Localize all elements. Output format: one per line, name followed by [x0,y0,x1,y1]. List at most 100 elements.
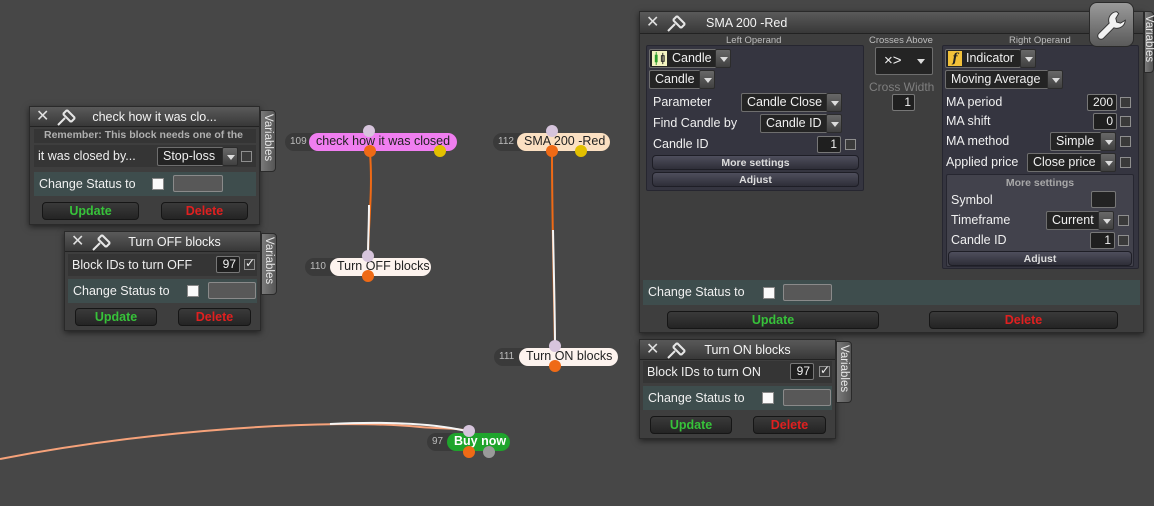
chevron-down-icon[interactable] [826,93,842,112]
node-id: 112 [498,136,514,147]
panel-titlebar[interactable]: ✕ SMA 200 -Red [640,12,1143,34]
delete-button[interactable]: Delete [929,311,1118,329]
variables-tab[interactable]: Variables [261,233,277,295]
ma-method-checkbox[interactable] [1120,136,1131,147]
node-label[interactable]: Buy now [447,433,510,451]
tools-button[interactable] [1089,2,1134,47]
node-label[interactable]: SMA 200 -Red [517,133,610,151]
change-status-value[interactable] [173,175,223,192]
delete-button[interactable]: Delete [178,308,251,326]
variables-tab[interactable]: Variables [1143,11,1154,73]
change-status-value[interactable] [783,389,831,406]
parameter-select[interactable]: Candle Close [741,93,829,112]
left-operand-subtype-select[interactable]: Candle [649,70,701,89]
node-97-alt-port[interactable] [483,446,495,458]
change-status-value[interactable] [208,282,256,299]
ma-shift-input[interactable]: 0 [1093,113,1117,130]
ma-method-select[interactable]: Simple [1050,132,1102,151]
update-button[interactable]: Update [75,308,157,326]
chevron-down-icon[interactable] [1047,70,1063,89]
chevron-down-icon[interactable] [715,49,731,68]
closed-by-label: it was closed by... [38,149,136,163]
node-112-input-port[interactable] [546,125,558,137]
panel-titlebar[interactable]: ✕ Turn OFF blocks [65,232,260,252]
change-status-row: Change Status to [34,172,256,196]
node-97-output-port[interactable] [463,446,475,458]
timeframe-select[interactable]: Current [1046,211,1104,230]
node-110-output-port[interactable] [362,270,374,282]
change-status-label: Change Status to [73,284,170,298]
change-status-value[interactable] [783,284,832,301]
block-ids-checkbox[interactable] [819,363,830,377]
chevron-down-icon[interactable] [1098,211,1114,230]
ma-period-input[interactable]: 200 [1087,94,1117,111]
ma-period-checkbox[interactable] [1120,97,1131,108]
chevron-down-icon[interactable] [1100,132,1116,151]
right-operand-subtype-select[interactable]: Moving Average [945,70,1049,89]
node-id: 110 [310,261,326,272]
delete-button[interactable]: Delete [161,202,248,220]
node-label[interactable]: Turn OFF blocks [330,258,431,276]
chevron-down-icon[interactable] [1100,153,1116,172]
variables-tab[interactable]: Variables [260,110,276,172]
candle-id-checkbox[interactable] [845,139,856,150]
candle-id-checkbox[interactable] [1118,235,1129,246]
pushpin-icon[interactable] [664,13,688,33]
symbol-input[interactable] [1091,191,1116,208]
candle-id-input[interactable]: 1 [1090,232,1115,249]
find-candle-select[interactable]: Candle ID [760,114,828,133]
more-settings-button[interactable]: More settings [948,176,1132,191]
more-settings-button[interactable]: More settings [652,155,859,170]
node-111-input-port[interactable] [549,340,561,352]
change-status-checkbox[interactable] [152,178,164,190]
panel-titlebar[interactable]: ✕ check how it was clo... [30,107,259,127]
panel-titlebar[interactable]: ✕ Turn ON blocks [640,340,835,360]
block-ids-input[interactable]: 97 [790,363,814,380]
applied-price-select[interactable]: Close price [1027,153,1103,172]
chevron-down-icon[interactable] [1020,49,1036,68]
node-111-output-port[interactable] [549,360,561,372]
change-status-row: Change Status to [643,280,1140,305]
adjust-button[interactable]: Adjust [652,172,859,187]
node-109-input-port[interactable] [363,125,375,137]
chevron-down-icon[interactable] [699,70,715,89]
node-110-input-port[interactable] [362,250,374,262]
cross-width-input[interactable]: 1 [892,94,915,111]
change-status-checkbox[interactable] [763,287,775,299]
wire-to-97[interactable] [0,423,471,460]
applied-price-checkbox[interactable] [1120,157,1131,168]
candle-id-label: Candle ID [951,233,1007,247]
node-112-alt-port[interactable] [575,145,587,157]
close-icon[interactable]: ✕ [646,15,659,31]
variables-tab-label: Variables [838,345,850,393]
candlestick-icon [652,51,667,66]
change-status-label: Change Status to [39,177,136,191]
change-status-label: Change Status to [648,285,745,299]
node-109-output-port[interactable] [364,145,376,157]
node-97-input-port[interactable] [463,425,475,437]
block-ids-label: Block IDs to turn OFF [72,258,193,272]
delete-button[interactable]: Delete [753,416,826,434]
node-109-alt-port[interactable] [434,145,446,157]
panel-turn-on: ✕ Turn ON blocks Block IDs to turn ON 97… [639,339,836,439]
block-ids-input[interactable]: 97 [216,256,240,273]
adjust-button[interactable]: Adjust [948,251,1132,266]
candle-id-label: Candle ID [653,137,709,151]
update-button[interactable]: Update [650,416,732,434]
node-label[interactable]: Turn ON blocks [519,348,618,366]
candle-id-input[interactable]: 1 [817,136,841,153]
left-operand-type-value: Candle [672,51,712,65]
closed-by-checkbox[interactable] [241,151,252,162]
node-112-output-port[interactable] [546,145,558,157]
update-button[interactable]: Update [667,311,879,329]
chevron-down-icon[interactable] [826,114,842,133]
change-status-checkbox[interactable] [762,392,774,404]
chevron-down-icon[interactable] [222,147,238,166]
ma-shift-checkbox[interactable] [1120,116,1131,127]
timeframe-checkbox[interactable] [1118,215,1129,226]
change-status-checkbox[interactable] [187,285,199,297]
variables-tab[interactable]: Variables [836,341,852,403]
chevron-down-icon[interactable] [917,59,925,64]
update-button[interactable]: Update [42,202,139,220]
block-ids-checkbox[interactable] [244,256,255,270]
